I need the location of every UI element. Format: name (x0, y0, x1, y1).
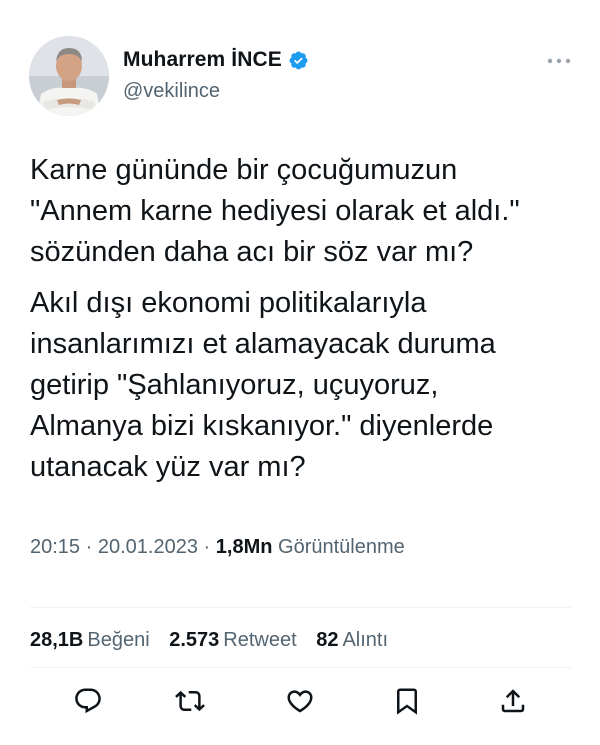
likes-count: 28,1B (30, 629, 84, 651)
author-name-row[interactable]: Muharrem İNCE (123, 48, 309, 72)
avatar-image (29, 36, 109, 116)
tweet-paragraph-2: Akıl dışı ekonomi politikalarıyla insanl… (30, 287, 496, 483)
quotes-count: 82 (316, 629, 339, 651)
bookmark-button[interactable] (392, 686, 422, 716)
bookmark-icon (397, 688, 417, 715)
tweet-time[interactable]: 20:15 (30, 536, 80, 558)
retweets-label: Retweet (223, 629, 297, 651)
divider (30, 667, 571, 668)
tweet-paragraph-1: Karne gününde bir çocuğumuzun "Annem kar… (30, 154, 520, 268)
reply-icon (75, 688, 101, 714)
tweet[interactable]: Muharrem İNCE @vekilince Karne gününde b… (0, 0, 600, 745)
action-bar (0, 686, 600, 722)
reply-button[interactable] (73, 686, 103, 716)
tweet-meta: 20:15 · 20.01.2023 · 1,8Mn Görüntülenme (30, 536, 405, 559)
views-label: Görüntülenme (278, 536, 405, 558)
like-button[interactable] (285, 686, 315, 716)
meta-separator: · (85, 536, 93, 558)
retweets-stat[interactable]: 2.573 Retweet (169, 629, 296, 651)
share-button[interactable] (498, 686, 528, 716)
tweet-text: Karne gününde bir çocuğumuzun "Annem kar… (30, 150, 575, 488)
retweet-icon (175, 690, 205, 712)
retweet-button[interactable] (175, 686, 205, 716)
divider (30, 607, 571, 608)
meta-separator: · (203, 536, 211, 558)
like-icon (287, 690, 313, 713)
tweet-date[interactable]: 20.01.2023 (98, 536, 198, 558)
author-display-name[interactable]: Muharrem İNCE (123, 48, 282, 72)
quotes-label: Alıntı (342, 629, 389, 651)
avatar[interactable] (29, 36, 109, 116)
author-handle[interactable]: @vekilince (123, 80, 220, 103)
views-count: 1,8Mn (215, 536, 273, 558)
likes-label: Beğeni (87, 629, 150, 651)
likes-stat[interactable]: 28,1B Beğeni (30, 629, 150, 651)
quotes-stat[interactable]: 82 Alıntı (316, 629, 388, 651)
tweet-stats: 28,1B Beğeni 2.573 Retweet 82 Alıntı (30, 629, 402, 652)
retweets-count: 2.573 (169, 629, 220, 651)
share-icon (501, 689, 525, 713)
more-options-icon[interactable] (546, 56, 572, 66)
verified-badge-icon (289, 51, 308, 69)
